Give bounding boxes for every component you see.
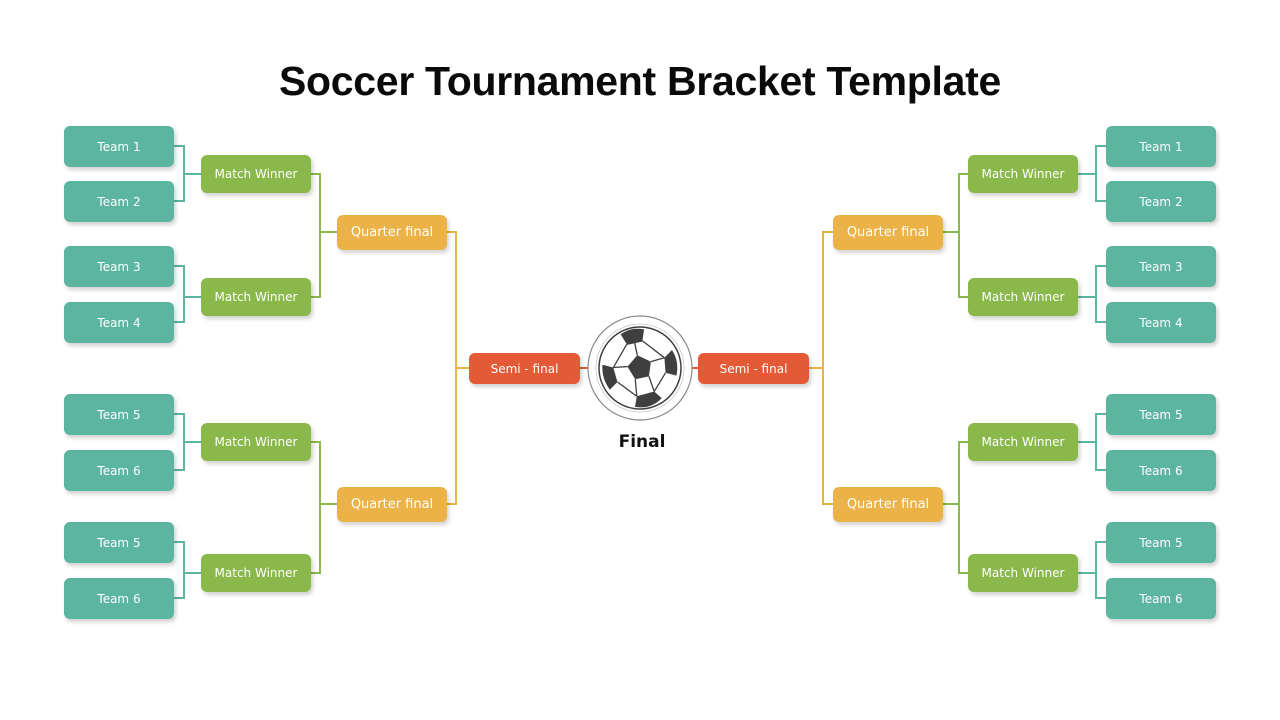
right-qf-connector — [808, 231, 833, 505]
right-team-4[interactable]: Team 4 — [1106, 302, 1216, 343]
connector-left-qf — [447, 231, 469, 505]
right-match-winner-3[interactable]: Match Winner — [968, 423, 1078, 461]
connector-right-team-3-4 — [1078, 265, 1106, 323]
connector-left-mw-top — [311, 173, 337, 298]
left-match-winner-2[interactable]: Match Winner — [201, 278, 311, 316]
left-quarter-final-2[interactable]: Quarter final — [337, 487, 447, 522]
left-mw-connectors — [311, 173, 337, 574]
right-team-connectors — [1078, 145, 1106, 599]
right-match-winner-2[interactable]: Match Winner — [968, 278, 1078, 316]
soccer-ball-icon — [587, 315, 693, 421]
right-team-5[interactable]: Team 5 — [1106, 394, 1216, 435]
right-mw-connectors — [943, 173, 968, 574]
left-qf-connector — [447, 231, 469, 505]
connector-left-team-5-6a — [174, 413, 201, 471]
connector-right-qf — [808, 231, 833, 505]
left-semi-final[interactable]: Semi - final — [469, 353, 580, 384]
right-team-7[interactable]: Team 5 — [1106, 522, 1216, 563]
right-semi-final[interactable]: Semi - final — [698, 353, 809, 384]
left-team-7[interactable]: Team 5 — [64, 522, 174, 563]
connector-right-team-5-6a — [1078, 413, 1106, 471]
left-team-8[interactable]: Team 6 — [64, 578, 174, 619]
right-team-8[interactable]: Team 6 — [1106, 578, 1216, 619]
left-match-winner-1[interactable]: Match Winner — [201, 155, 311, 193]
left-match-winner-3[interactable]: Match Winner — [201, 423, 311, 461]
right-team-6[interactable]: Team 6 — [1106, 450, 1216, 491]
right-match-winner-1[interactable]: Match Winner — [968, 155, 1078, 193]
left-team-5[interactable]: Team 5 — [64, 394, 174, 435]
left-quarter-final-1[interactable]: Quarter final — [337, 215, 447, 250]
connector-left-mw-bottom — [311, 441, 337, 574]
right-team-3[interactable]: Team 3 — [1106, 246, 1216, 287]
connector-right-team-5-6b — [1078, 541, 1106, 599]
left-team-6[interactable]: Team 6 — [64, 450, 174, 491]
right-team-2[interactable]: Team 2 — [1106, 181, 1216, 222]
connector-right-mw-bottom — [943, 441, 968, 574]
left-team-connectors — [174, 145, 201, 599]
left-team-2[interactable]: Team 2 — [64, 181, 174, 222]
left-team-1[interactable]: Team 1 — [64, 126, 174, 167]
connector-left-team-5-6b — [174, 541, 201, 599]
connector-left-team-1-2 — [174, 145, 201, 202]
left-team-3[interactable]: Team 3 — [64, 246, 174, 287]
right-quarter-final-2[interactable]: Quarter final — [833, 487, 943, 522]
connector-right-mw-top — [943, 173, 968, 298]
right-match-winner-4[interactable]: Match Winner — [968, 554, 1078, 592]
connector-left-team-3-4 — [174, 265, 201, 323]
connector-right-team-1-2 — [1078, 145, 1106, 202]
final-label: Final — [618, 432, 666, 452]
left-match-winner-4[interactable]: Match Winner — [201, 554, 311, 592]
right-team-1[interactable]: Team 1 — [1106, 126, 1216, 167]
right-quarter-final-1[interactable]: Quarter final — [833, 215, 943, 250]
left-team-4[interactable]: Team 4 — [64, 302, 174, 343]
